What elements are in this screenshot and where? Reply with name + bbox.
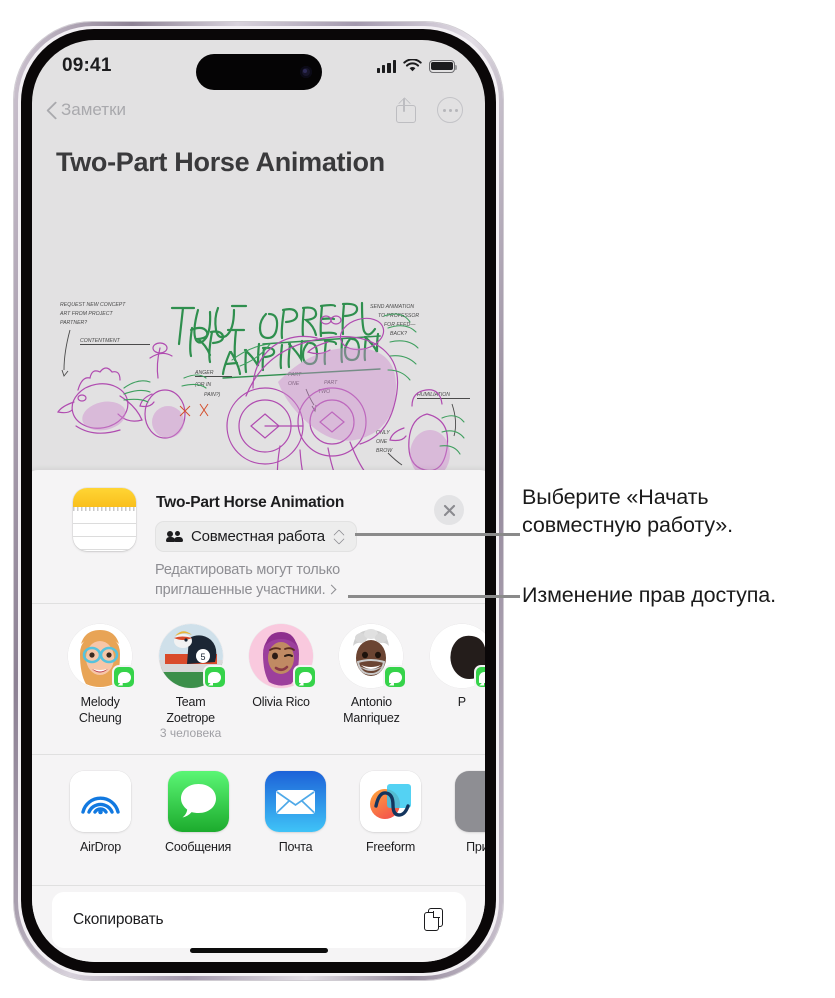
svg-text:PAIN?): PAIN?): [204, 392, 221, 398]
messages-badge-icon: [293, 665, 318, 689]
app-item[interactable]: Freeform: [360, 771, 422, 855]
people-icon: [166, 530, 184, 543]
contact-item[interactable]: Melody Cheung: [68, 624, 137, 741]
contact-name: P: [457, 695, 466, 709]
ellipsis-circle-icon[interactable]: [437, 97, 463, 123]
status-time: 09:41: [62, 55, 112, 76]
wifi-icon: [403, 59, 422, 72]
share-sheet-title: Two-Part Horse Animation: [156, 494, 345, 511]
freeform-icon: [360, 771, 422, 832]
avatar: [249, 624, 318, 689]
svg-text:FOR FEED—: FOR FEED—: [384, 322, 416, 328]
app-label: Почта: [278, 840, 313, 854]
more-app-icon: [455, 771, 485, 832]
svg-text:PARTNER?: PARTNER?: [60, 320, 87, 326]
svg-text:ONE: ONE: [376, 439, 388, 445]
status-indicators: [376, 59, 458, 73]
app-label: Сообщения: [165, 840, 232, 854]
svg-text:ONLY: ONLY: [376, 430, 390, 436]
close-button[interactable]: [434, 495, 464, 525]
front-camera-icon: [299, 66, 312, 78]
copy-action-row[interactable]: Скопировать: [52, 892, 466, 948]
mail-icon: [265, 771, 327, 832]
contact-name: Olivia Rico: [252, 695, 310, 709]
app-label: При по: [466, 840, 485, 854]
avatar: 5: [158, 624, 227, 689]
back-label: Заметки: [61, 100, 127, 119]
messages-badge-icon: [473, 665, 485, 689]
collab-button-label: Совместная работа: [191, 528, 325, 545]
contact-name: Melody Cheung: [78, 695, 122, 725]
contact-item[interactable]: 5 Team Zoetrope 3 человека: [158, 624, 227, 741]
callout-text-2: Изменение прав доступа.: [522, 583, 777, 607]
close-icon: [443, 504, 455, 516]
up-down-chevron-icon: [334, 529, 345, 545]
app-item[interactable]: При по: [455, 771, 485, 855]
screenshot-root: 09:41 Заметки Two-Part Horse Animation R…: [0, 0, 835, 998]
svg-text:CONTENTMENT: CONTENTMENT: [80, 338, 121, 344]
back-to-notes-button[interactable]: Заметки: [46, 100, 126, 120]
apps-row: AirDrop Сообщения Почта Freeform Пр: [32, 755, 485, 885]
chevron-right-icon: [327, 584, 337, 595]
nav-actions: [395, 97, 463, 123]
avatar: [339, 624, 408, 689]
share-sheet: Two-Part Horse Animation Совместная рабо…: [32, 470, 485, 962]
note-nav-bar: Заметки: [32, 88, 485, 132]
app-label: AirDrop: [80, 840, 121, 854]
airdrop-icon: [70, 771, 131, 832]
svg-text:BROW: BROW: [376, 448, 393, 454]
battery-icon: [429, 59, 458, 73]
contact-sub: 3 человека: [159, 726, 222, 741]
callout-text-1: Выберите «Начать совместную работу».: [522, 485, 734, 538]
messages-icon: [167, 771, 229, 832]
callout-line-2: [348, 595, 520, 598]
messages-badge-icon: [202, 665, 227, 689]
home-indicator: [190, 948, 328, 953]
permissions-label: Редактировать могут только приглашенные …: [155, 562, 341, 598]
page-title: Two-Part Horse Animation: [56, 147, 385, 177]
contact-item[interactable]: Antonio Manriquez: [339, 624, 408, 741]
cellular-bars-icon: [376, 60, 396, 73]
divider: [32, 885, 485, 886]
messages-badge-icon: [383, 665, 408, 689]
messages-badge-icon: [112, 665, 137, 689]
app-item[interactable]: AirDrop: [70, 771, 131, 855]
app-item[interactable]: Почта: [265, 771, 327, 855]
share-icon[interactable]: [395, 97, 416, 123]
svg-text:REQUEST NEW CONCEPT: REQUEST NEW CONCEPT: [60, 302, 126, 308]
svg-text:ART FROM PROJECT: ART FROM PROJECT: [59, 311, 113, 317]
dynamic-island: [195, 54, 322, 90]
app-item[interactable]: Сообщения: [165, 771, 231, 855]
share-sheet-header: Two-Part Horse Animation Совместная рабо…: [32, 470, 485, 603]
copy-action-label: Скопировать: [73, 911, 164, 928]
phone-screen: 09:41 Заметки Two-Part Horse Animation R…: [32, 40, 485, 962]
svg-text:BACK?: BACK?: [390, 331, 407, 337]
collaboration-mode-button[interactable]: Совместная работа: [155, 521, 357, 552]
avatar: [429, 624, 485, 689]
contacts-row: Melody Cheung 5 Team Zoetrope 3 человека…: [32, 604, 485, 754]
copy-icon: [424, 907, 447, 933]
contact-name: Antonio Manriquez: [343, 695, 400, 725]
contact-name: Team Zoetrope: [166, 695, 215, 725]
avatar: [68, 624, 137, 689]
actions-list: Скопировать: [52, 892, 466, 948]
notes-app-icon: [73, 488, 136, 551]
contact-item[interactable]: Olivia Rico: [249, 624, 318, 741]
chevron-left-icon: [46, 101, 57, 120]
callout-line-1: [355, 533, 520, 536]
svg-text:5: 5: [200, 652, 205, 662]
contact-item[interactable]: P: [429, 624, 485, 741]
svg-text:HUMILIATION: HUMILIATION: [417, 392, 450, 398]
svg-text:SEND ANIMATION: SEND ANIMATION: [370, 304, 414, 310]
app-label: Freeform: [365, 840, 416, 854]
